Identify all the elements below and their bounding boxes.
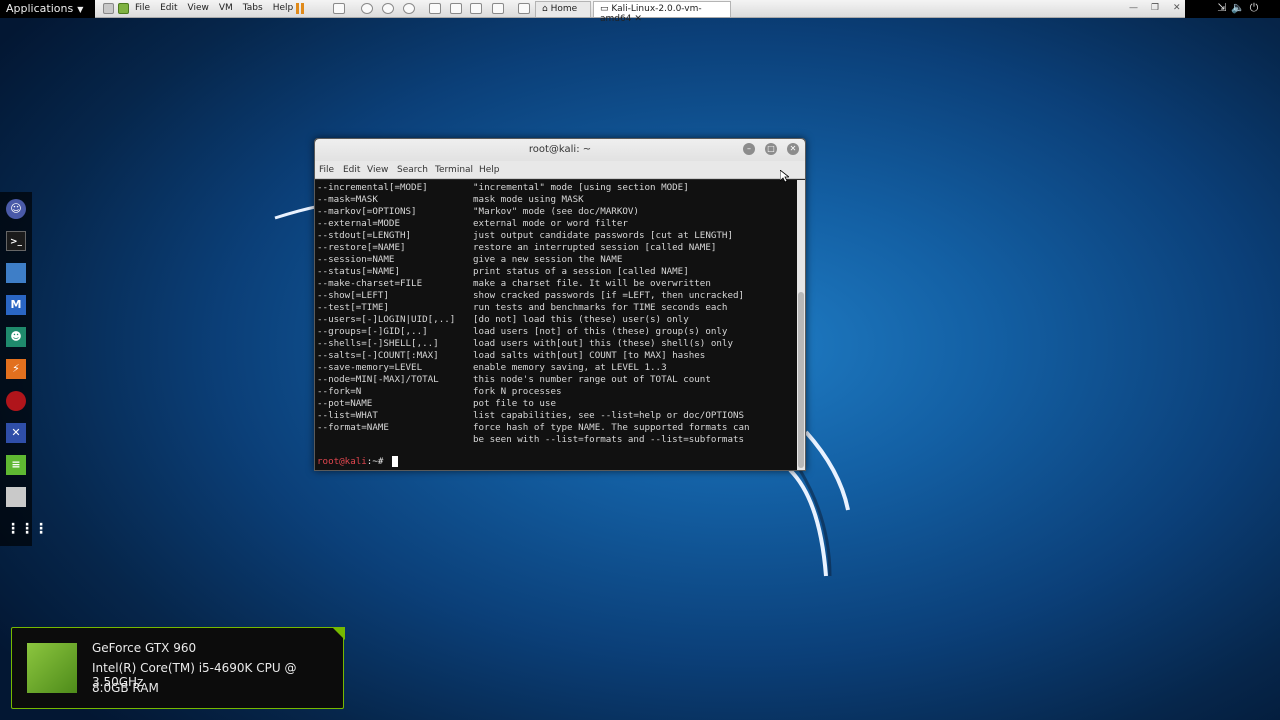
nvidia-logo-icon [27,643,77,693]
option-description: [do not] load this (these) user(s) only [473,314,689,325]
option-flag: --external=MODE [317,218,400,229]
favorites-dock: ☺ >_ M ☻ ⚡ ✕ ≡ ⋮⋮⋮ [0,192,48,546]
term-menu-terminal[interactable]: Terminal [435,165,473,175]
cherrytree-icon [6,487,26,507]
prompt-user: root@kali [317,456,367,467]
option-flag: --users=[-]LOGIN|UID[,..] [317,314,456,325]
metasploit-icon: M [6,295,26,315]
term-menu-help[interactable]: Help [479,165,500,175]
term-menu-search[interactable]: Search [397,165,428,175]
overlay-corner-accent [332,627,345,640]
option-flag: --format=NAME [317,422,389,433]
option-description: external mode or word filter [473,218,628,229]
dock-item-maltego[interactable]: ✕ [6,423,26,443]
option-flag: --session=NAME [317,254,395,265]
dock-item-cherrytree[interactable] [6,487,26,507]
terminal-scrollbar[interactable] [797,180,805,470]
terminal-title: root@kali: ~ [528,144,592,155]
dock-item-files[interactable] [6,263,26,283]
shell-prompt[interactable]: root@kali:~# [317,456,398,468]
files-icon [6,263,26,283]
option-description: print status of a session [called NAME] [473,266,689,277]
ram-size: 8.0GB RAM [92,681,159,695]
option-description: run tests and benchmarks for TIME second… [473,302,728,313]
option-description: "incremental" mode [using section MODE] [473,182,689,193]
maltego-icon: ✕ [6,423,26,443]
option-description: this node's number range out of TOTAL co… [473,374,711,385]
terminal-titlebar[interactable]: root@kali: ~ – □ ✕ [315,139,805,161]
option-flag: --restore[=NAME] [317,242,406,253]
option-description: restore an interrupted session [called N… [473,242,717,253]
option-flag: --salts=[-]COUNT[:MAX] [317,350,439,361]
scrollbar-thumb[interactable] [798,292,804,468]
option-flag: --pot=NAME [317,398,373,409]
text-cursor [391,456,398,467]
option-flag: --mask=MASK [317,194,378,205]
terminal-icon: >_ [6,231,26,251]
prompt-path: :~# [366,456,389,467]
dock-item-faraday[interactable] [6,391,26,411]
kali-menu-icon: ☺ [6,199,26,219]
mouse-pointer-icon [780,170,789,183]
gpu-info-overlay: GeForce GTX 960 Intel(R) Core(TM) i5-469… [11,627,345,709]
dock-item-armitage[interactable]: ☻ [6,327,26,347]
option-description: pot file to use [473,398,556,409]
term-menu-edit[interactable]: Edit [343,165,360,175]
option-flag: --status[=NAME] [317,266,400,277]
dock-item-show-apps[interactable]: ⋮⋮⋮ [6,519,48,539]
gpu-model: GeForce GTX 960 [92,641,197,655]
terminal-window: root@kali: ~ – □ ✕ File Edit View Search… [314,138,806,471]
show-apps-icon: ⋮⋮⋮ [6,521,48,537]
option-flag: --make-charset=FILE [317,278,423,289]
option-flag: --node=MIN[-MAX]/TOTAL [317,374,439,385]
dock-item-terminal[interactable]: >_ [6,231,26,251]
option-description: load users with[out] this (these) shell(… [473,338,733,349]
option-flag: --show[=LEFT] [317,290,389,301]
option-description: list capabilities, see --list=help or do… [473,410,745,421]
dock-item-leafpad[interactable]: ≡ [6,455,26,475]
faraday-icon [6,391,26,411]
option-flag: --list=WHAT [317,410,378,421]
option-flag: --groups=[-]GID[,..] [317,326,428,337]
dock-item-metasploit[interactable]: M [6,295,26,315]
burpsuite-icon: ⚡ [6,359,26,379]
option-description: enable memory saving, at LEVEL 1..3 [473,362,667,373]
maximize-icon[interactable]: □ [765,143,777,155]
option-description: "Markov" mode (see doc/MARKOV) [473,206,639,217]
option-flag: --incremental[=MODE] [317,182,428,193]
option-description: fork N processes [473,386,562,397]
option-description: load users [not] of this (these) group(s… [473,326,728,337]
option-description: give a new session the NAME [473,254,623,265]
option-description: load salts with[out] COUNT [to MAX] hash… [473,350,706,361]
option-flag: --fork=N [317,386,362,397]
option-flag: --markov[=OPTIONS] [317,206,417,217]
minimize-icon[interactable]: – [743,143,755,155]
close-icon[interactable]: ✕ [787,143,799,155]
leafpad-icon: ≡ [6,455,26,475]
terminal-menubar: File Edit View Search Terminal Help [315,161,805,179]
option-flag: --stdout[=LENGTH] [317,230,412,241]
armitage-icon: ☻ [6,327,26,347]
terminal-output[interactable]: --incremental[=MODE] "incremental" mode [… [315,180,797,470]
option-description: be seen with --list=formats and --list=s… [473,434,745,445]
dock-item-kali-menu[interactable]: ☺ [6,199,26,219]
term-menu-view[interactable]: View [367,165,388,175]
option-flag: --save-memory=LEVEL [317,362,423,373]
option-description: make a charset file. It will be overwrit… [473,278,711,289]
option-flag: --test[=TIME] [317,302,389,313]
option-description: show cracked passwords [if =LEFT, then u… [473,290,745,301]
option-description: just output candidate passwords [cut at … [473,230,733,241]
dock-item-burpsuite[interactable]: ⚡ [6,359,26,379]
option-flag: --shells=[-]SHELL[,..] [317,338,439,349]
option-description: force hash of type NAME. The supported f… [473,422,750,433]
term-menu-file[interactable]: File [319,165,334,175]
option-description: mask mode using MASK [473,194,584,205]
